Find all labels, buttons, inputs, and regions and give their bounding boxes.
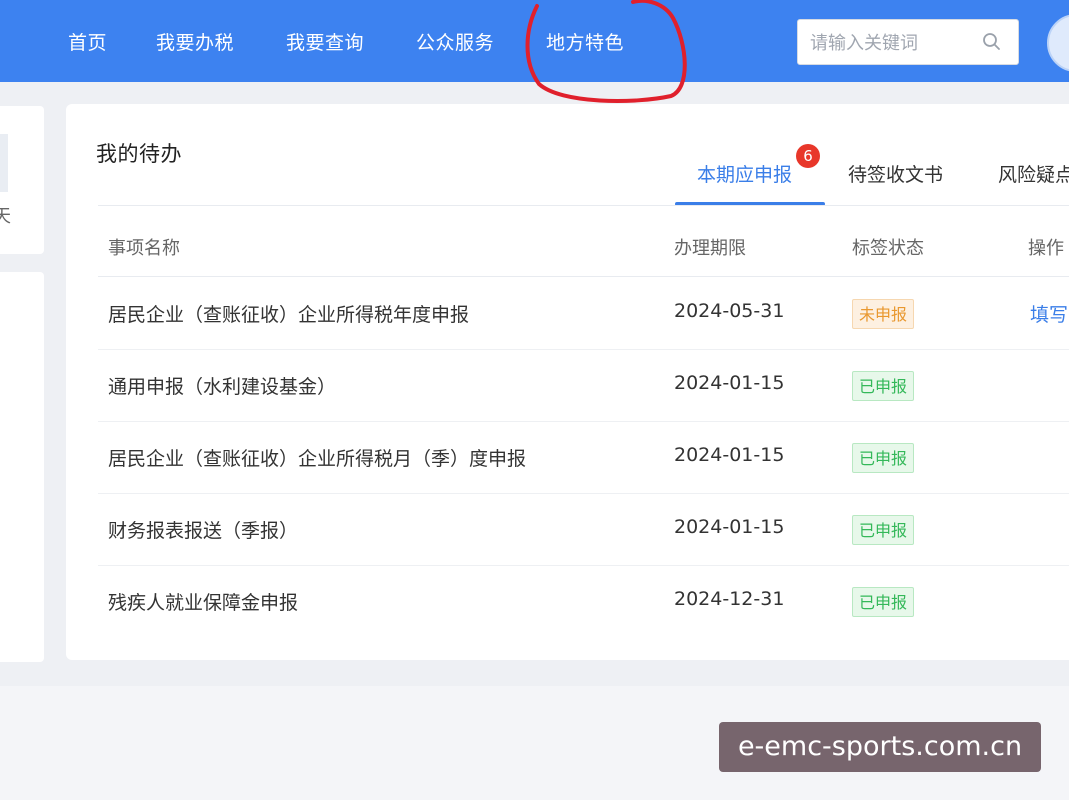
- row-item-name: 通用申报（水利建设基金）: [108, 376, 337, 398]
- row-item-name: 残疾人就业保障金申报: [108, 592, 299, 614]
- left-side-card: [0, 106, 44, 254]
- table-row: 居民企业（查账征收）企业所得税年度申报 2024-05-31 未申报 填写: [98, 278, 1069, 350]
- watermark-label: e-emc-sports.com.cn: [719, 722, 1041, 772]
- status-badge: 已申报: [852, 587, 915, 617]
- tab-divider: [98, 205, 1069, 206]
- status-badge: 未申报: [852, 299, 915, 329]
- row-deadline: 2024-01-15: [674, 516, 785, 538]
- todo-panel: 我的待办 本期应申报 6 待签收文书 风险疑点 事项名称 办理期限 标签状态 操…: [66, 104, 1069, 660]
- nav-item-local-features[interactable]: 地方特色: [546, 28, 624, 55]
- column-header-status: 标签状态: [852, 238, 924, 259]
- tab-documents-to-sign[interactable]: 待签收文书: [848, 160, 943, 187]
- row-deadline: 2024-01-15: [674, 372, 785, 394]
- panel-title: 我的待办: [96, 142, 182, 166]
- table-row: 通用申报（水利建设基金） 2024-01-15 已申报: [98, 350, 1069, 422]
- status-badge: 已申报: [852, 515, 915, 545]
- status-badge: 已申报: [852, 443, 915, 473]
- tab-risk-doubts[interactable]: 风险疑点: [998, 160, 1069, 187]
- tab-count-badge: 6: [796, 144, 820, 168]
- left-side-card-lower: [0, 272, 44, 662]
- search-input[interactable]: [808, 20, 982, 66]
- table-row: 残疾人就业保障金申报 2024-12-31 已申报: [98, 566, 1069, 638]
- fill-in-link[interactable]: 填写: [1030, 300, 1068, 327]
- column-header-action: 操作: [1028, 238, 1064, 259]
- column-header-name: 事项名称: [108, 238, 180, 259]
- row-item-name: 居民企业（查账征收）企业所得税月（季）度申报: [108, 448, 527, 470]
- status-badge: 已申报: [852, 371, 915, 401]
- nav-item-tax-handling[interactable]: 我要办税: [156, 28, 234, 55]
- side-card-text: 天: [0, 206, 11, 227]
- row-item-name: 居民企业（查账征收）企业所得税年度申报: [108, 304, 470, 326]
- row-item-name: 财务报表报送（季报）: [108, 520, 299, 542]
- row-deadline: 2024-12-31: [674, 588, 785, 610]
- tab-current-declaration[interactable]: 本期应申报: [697, 160, 792, 187]
- side-card-chip: [0, 134, 8, 192]
- row-deadline: 2024-01-15: [674, 444, 785, 466]
- table-row: 财务报表报送（季报） 2024-01-15 已申报: [98, 494, 1069, 566]
- nav-item-home[interactable]: 首页: [68, 28, 107, 55]
- avatar[interactable]: [1047, 14, 1069, 72]
- row-deadline: 2024-05-31: [674, 300, 785, 322]
- column-header-deadline: 办理期限: [674, 238, 746, 259]
- nav-item-query[interactable]: 我要查询: [286, 28, 364, 55]
- table-row: 居民企业（查账征收）企业所得税月（季）度申报 2024-01-15 已申报: [98, 422, 1069, 494]
- search-icon[interactable]: [982, 32, 1002, 52]
- top-nav-bar: 首页 我要办税 我要查询 公众服务 地方特色: [0, 0, 1069, 82]
- header-divider: [98, 276, 1069, 277]
- nav-item-public-service[interactable]: 公众服务: [416, 28, 494, 55]
- search-box: [797, 19, 1019, 66]
